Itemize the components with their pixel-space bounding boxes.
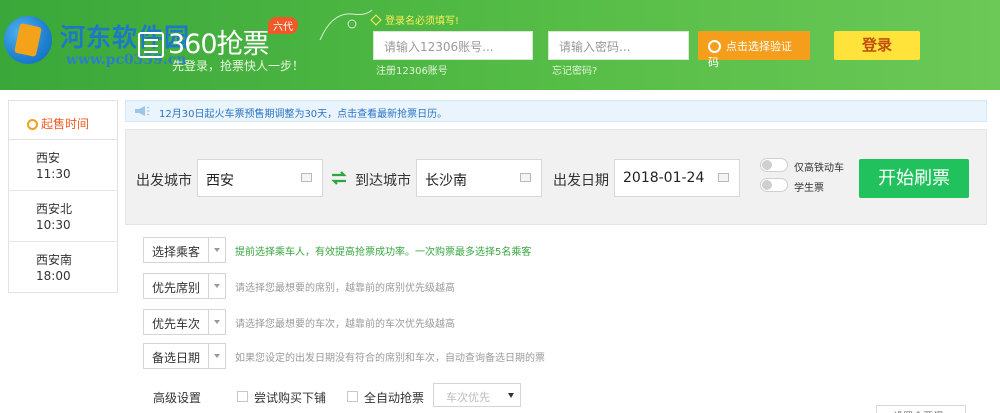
warning-icon [370,14,382,26]
option-hint: 如果您设定的出发日期没有符合的席别和车次，自动查询备选日期的票 [235,353,545,364]
sale-time-header: 起售时间 [9,101,117,140]
chevron-down-icon [208,238,225,262]
city-picker-icon[interactable] [520,173,531,182]
city-picker-icon[interactable] [301,173,312,182]
threshold-button[interactable]: * 设置余票阈 [876,405,966,413]
captcha-button[interactable]: 点击选择验证码 [698,31,810,69]
advanced-settings-label: 高级设置 [153,391,202,405]
select-passenger-dropdown[interactable]: 选择乘客 [143,237,226,263]
login-notice-text: 登录名必须填写! [385,16,460,27]
brand-subtitle: 先登录，抢票快人一步！ [172,59,305,73]
sale-time: 10:30 [36,218,71,232]
search-panel: 出发城市 西安 到达城市 长沙南 出发日期 2018-01-24 仅高铁动车 学… [125,129,987,225]
login-button[interactable]: 登录 [834,31,920,60]
megaphone-icon [135,106,150,116]
priority-select[interactable]: 车次优先 [433,383,521,407]
student-ticket-toggle[interactable] [760,178,788,192]
backup-date-dropdown[interactable]: 备选日期 [143,343,226,369]
station-name: 西安南 [36,253,73,267]
from-city-label: 出发城市 [136,173,192,189]
auto-grab-label[interactable]: 全自动抢票 [364,389,424,406]
station-name: 西安 [36,151,61,165]
swap-cities-icon[interactable] [331,171,347,185]
captcha-icon [708,40,721,53]
sale-time-item: 西安北 10:30 [9,191,117,242]
username-input[interactable]: 请输入12306账号... [373,31,533,60]
to-city-input[interactable]: 长沙南 [416,159,542,197]
announcement-bar[interactable]: 12月30日起火车票预售期调整为30天，点击查看最新抢票日历。 [125,100,987,122]
date-value: 2018-01-24 [623,170,705,186]
student-ticket-label: 学生票 [794,183,824,194]
lower-berth-label[interactable]: 尝试购买下铺 [254,389,326,406]
station-name: 西安北 [36,202,73,216]
lower-berth-checkbox[interactable] [237,391,248,402]
password-input[interactable]: 请输入密码... [548,31,689,60]
app-logo-icon [138,32,164,58]
sale-time-item: 西安南 18:00 [9,242,117,293]
chevron-down-icon [208,344,225,368]
to-city-label: 到达城市 [355,173,411,189]
forgot-password-link[interactable]: 忘记密码? [552,62,597,77]
hsr-only-label: 仅高铁动车 [794,163,844,174]
calendar-icon[interactable] [718,173,729,182]
sale-time-title: 起售时间 [41,117,90,131]
auto-grab-checkbox[interactable] [347,391,358,402]
sale-time-item: 西安 11:30 [9,140,117,191]
chevron-down-icon [208,274,225,298]
watermark-logo [4,16,52,64]
train-priority-dropdown[interactable]: 优先车次 [143,309,226,335]
to-city-value: 长沙南 [425,173,467,189]
option-label: 优先席别 [152,281,201,295]
announcement-text: 12月30日起火车票预售期调整为30天，点击查看最新抢票日历。 [159,109,448,120]
top-header: 河东软件园 www.pc0359.cn 360抢票 六代 先登录，抢票快人一步！… [0,0,1000,90]
from-city-input[interactable]: 西安 [197,159,323,197]
option-hint: 请选择您最想要的车次，越靠前的车次优先级越高 [235,319,455,330]
date-label: 出发日期 [553,173,609,189]
date-input[interactable]: 2018-01-24 [614,159,740,197]
login-notice: 登录名必须填写! [370,12,460,27]
from-city-value: 西安 [206,173,234,189]
chevron-down-icon [208,310,225,334]
option-hint: 提前选择乘车人，有效提高抢票成功率。一次购票最多选择5名乘客 [235,247,532,258]
option-label: 优先车次 [152,317,201,331]
option-label: 备选日期 [152,351,201,365]
decorative-curve-icon [319,9,373,41]
sale-time: 11:30 [36,167,71,181]
sale-time: 18:00 [36,269,71,283]
seat-priority-dropdown[interactable]: 优先席别 [143,273,226,299]
brand-name: 360抢票 [168,29,270,60]
sale-time-panel: 起售时间 西安 11:30 西安北 10:30 西安南 18:00 [8,100,118,293]
start-grab-button[interactable]: 开始刷票 [859,159,969,198]
version-badge: 六代 [268,17,298,34]
hsr-only-toggle[interactable] [760,158,788,172]
option-hint: 请选择您最想要的席别，越靠前的席别优先级越高 [235,283,455,294]
register-link[interactable]: 注册12306账号 [376,62,448,77]
option-label: 选择乘客 [152,245,201,259]
alarm-clock-icon [27,119,38,130]
